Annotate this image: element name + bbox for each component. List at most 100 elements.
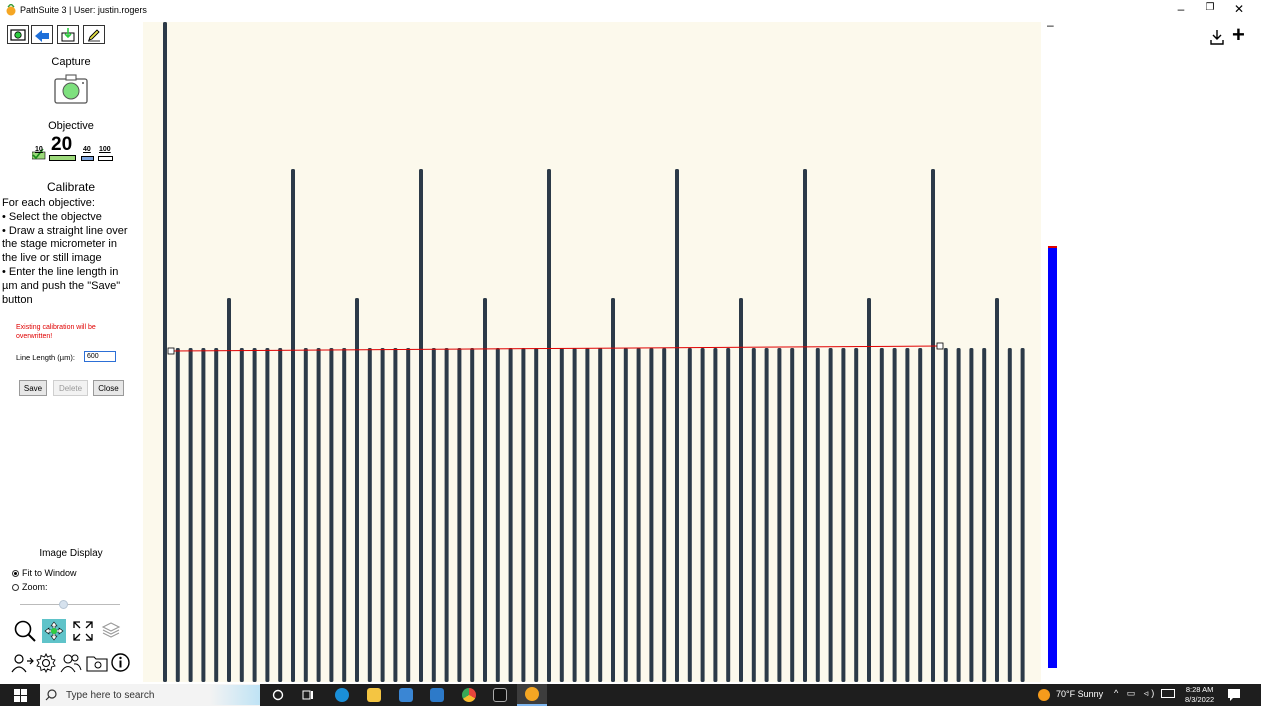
micrometer-tick <box>252 348 257 682</box>
minimize-button[interactable]: – <box>1169 2 1193 16</box>
search-highlight-image <box>210 685 260 705</box>
export-download-icon[interactable] <box>1210 29 1224 45</box>
folder-settings-icon[interactable] <box>86 654 108 672</box>
measurement-end-handle[interactable] <box>936 342 944 350</box>
fullscreen-expand-icon[interactable] <box>72 620 94 642</box>
objective-40-label: 40 <box>83 146 91 153</box>
image-viewport[interactable] <box>143 22 1041 682</box>
micrometer-tick <box>457 348 462 682</box>
micrometer-tick <box>265 348 270 682</box>
close-window-button[interactable]: ✕ <box>1227 2 1251 16</box>
objective-20-option[interactable]: 20 <box>49 134 77 162</box>
delete-button[interactable]: Delete <box>53 380 88 396</box>
fit-to-window-option[interactable]: Fit to Window <box>12 568 77 578</box>
image-display-title: Image Display <box>39 548 103 559</box>
terminal-icon[interactable] <box>493 688 507 702</box>
pathsuite-taskbar-icon <box>525 687 539 701</box>
line-length-label: Line Length (µm): <box>16 353 75 362</box>
micrometer-tick <box>419 169 423 682</box>
micrometer-tick <box>367 348 372 682</box>
zoom-slider-track[interactable] <box>20 604 120 605</box>
camera-tool-button[interactable] <box>7 25 29 44</box>
magnifier-icon[interactable] <box>13 619 37 643</box>
keyboard-icon[interactable] <box>1161 689 1175 698</box>
micrometer-tick <box>905 348 910 682</box>
micrometer-tick <box>751 348 756 682</box>
system-tray-icons[interactable]: ^ ▭ ◃) <box>1114 688 1157 699</box>
user-login-icon[interactable] <box>10 653 34 673</box>
clock[interactable]: 8:28 AM 8/3/2022 <box>1185 685 1214 705</box>
objective-100-bar <box>98 156 113 161</box>
close-button[interactable]: Close <box>93 380 124 396</box>
edge-browser-icon[interactable] <box>335 688 349 702</box>
zoom-radio[interactable] <box>12 583 19 591</box>
zoom-slider-thumb[interactable] <box>59 600 68 609</box>
zoom-option[interactable]: Zoom: <box>12 582 48 592</box>
pathsuite-logo-icon <box>6 4 16 16</box>
cortana-icon[interactable] <box>272 689 284 701</box>
objective-100-option[interactable]: 100 <box>98 146 114 162</box>
stage-micrometer-image <box>163 22 1025 682</box>
add-button[interactable]: + <box>1232 22 1245 48</box>
pencil-tool-button[interactable] <box>83 25 105 44</box>
micrometer-tick <box>316 348 321 682</box>
micrometer-tick <box>214 348 219 682</box>
restore-button[interactable]: ❐ <box>1198 2 1222 13</box>
micrometer-tick <box>854 348 859 682</box>
store-icon[interactable] <box>399 688 413 702</box>
search-icon <box>45 689 57 701</box>
micrometer-tick <box>175 348 180 682</box>
window-title: PathSuite 3 | User: justin.rogers <box>20 5 147 15</box>
micrometer-tick <box>239 348 244 682</box>
micrometer-tick <box>777 348 782 682</box>
camera-icon <box>10 29 26 41</box>
pan-move-icon[interactable] <box>42 619 66 643</box>
windows-start-icon[interactable] <box>14 689 27 702</box>
measurement-start-handle[interactable] <box>167 347 175 355</box>
panel-collapse-button[interactable]: – <box>1047 18 1054 32</box>
pencil-icon <box>88 28 100 41</box>
micrometer-tick <box>764 348 769 682</box>
micrometer-tick <box>201 348 206 682</box>
micrometer-tick <box>841 348 846 682</box>
micrometer-tick <box>163 22 167 682</box>
mail-icon[interactable] <box>430 688 444 702</box>
info-icon[interactable] <box>111 653 130 672</box>
line-length-input[interactable] <box>84 351 116 362</box>
micrometer-tick <box>393 348 398 682</box>
capture-camera-icon[interactable] <box>54 74 88 104</box>
settings-gear-icon[interactable] <box>36 653 56 673</box>
objective-10-option[interactable]: 10 <box>32 146 46 160</box>
micrometer-tick <box>508 348 513 682</box>
chrome-icon[interactable] <box>462 688 476 702</box>
pathsuite-taskbar-button[interactable] <box>517 684 547 706</box>
zoom-label: Zoom: <box>22 582 48 592</box>
file-explorer-icon[interactable] <box>367 688 381 702</box>
scale-bar <box>1048 246 1057 668</box>
micrometer-tick <box>713 348 718 682</box>
fit-to-window-radio[interactable] <box>12 569 19 577</box>
micrometer-tick <box>790 348 795 682</box>
micrometer-tick <box>559 348 564 682</box>
objective-40-option[interactable]: 40 <box>81 146 95 162</box>
micrometer-tick <box>969 348 974 682</box>
weather-sun-icon <box>1038 689 1050 701</box>
clock-time: 8:28 AM <box>1185 685 1214 694</box>
task-view-icon[interactable] <box>302 689 314 701</box>
micrometer-tick <box>495 348 500 682</box>
download-tool-button[interactable] <box>57 25 79 44</box>
save-button[interactable]: Save <box>19 380 47 396</box>
calibrate-title: Calibrate <box>46 180 96 194</box>
layers-icon[interactable] <box>101 620 121 640</box>
micrometer-tick <box>956 348 961 682</box>
share-tool-button[interactable] <box>31 25 53 44</box>
notifications-icon[interactable] <box>1227 688 1241 702</box>
users-group-icon[interactable] <box>60 653 82 673</box>
measurement-line[interactable] <box>170 345 941 352</box>
micrometer-tick <box>342 348 347 682</box>
title-bar <box>0 0 1261 22</box>
weather-text[interactable]: 70°F Sunny <box>1056 689 1103 699</box>
micrometer-tick <box>739 298 743 682</box>
micrometer-tick <box>867 298 871 682</box>
objective-20-label: 20 <box>51 134 73 155</box>
